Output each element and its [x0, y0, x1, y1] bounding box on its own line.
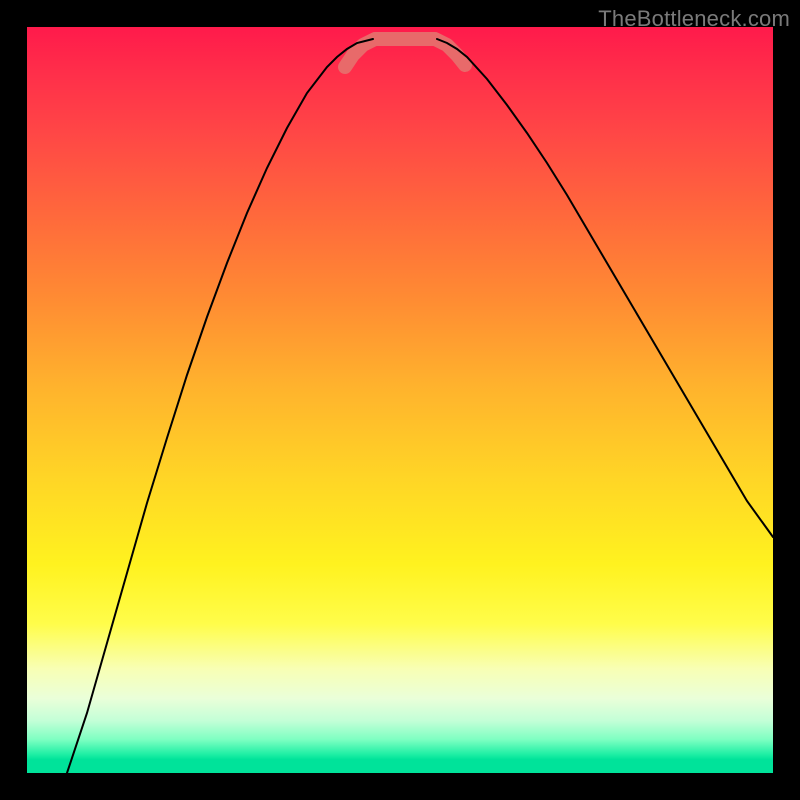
- curve-layer: [27, 27, 773, 773]
- plot-area: [27, 27, 773, 773]
- left-curve: [67, 39, 373, 773]
- right-curve: [437, 39, 773, 537]
- chart-frame: TheBottleneck.com: [0, 0, 800, 800]
